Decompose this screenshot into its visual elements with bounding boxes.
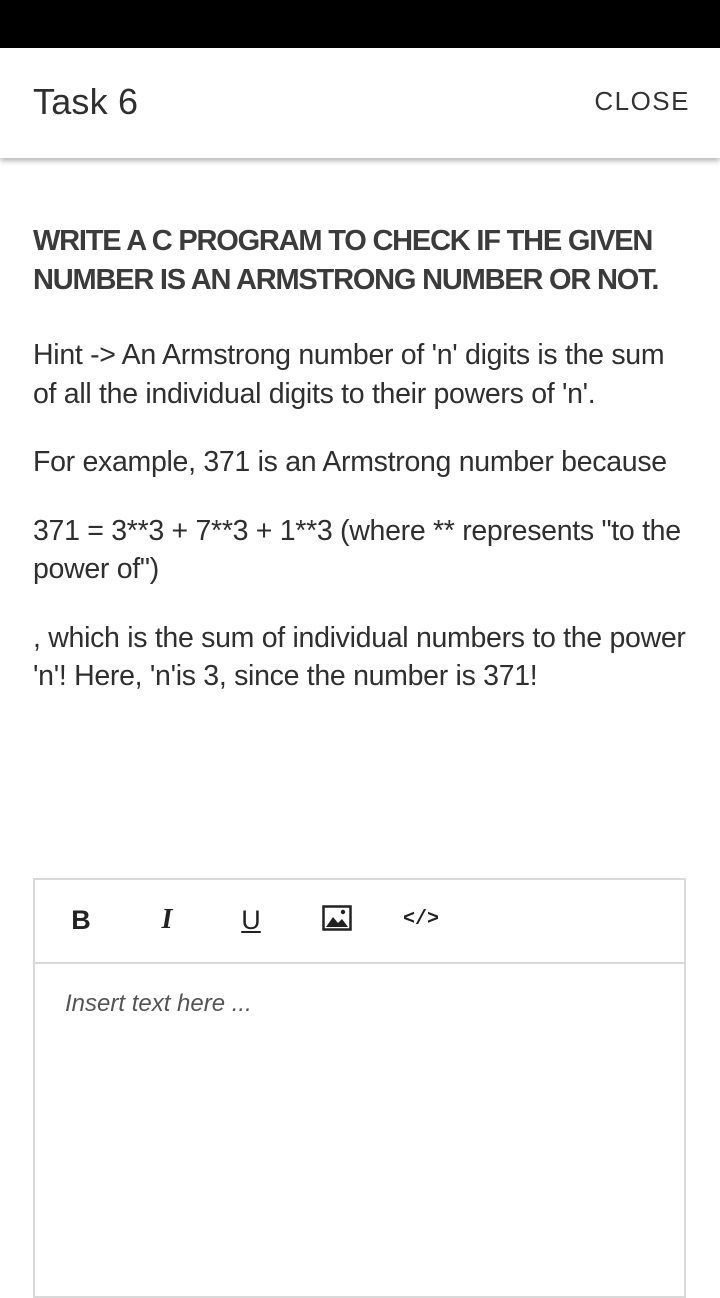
underline-button[interactable]: U [235, 900, 267, 940]
status-bar [0, 0, 720, 48]
page-title: Task 6 [33, 81, 139, 122]
task-content: WRITE A C PROGRAM TO CHECK IF THE GIVEN … [33, 222, 693, 726]
code-button[interactable]: </> [403, 900, 439, 940]
formula-paragraph: 371 = 3**3 + 7**3 + 1**3 (where ** repre… [33, 514, 681, 586]
editor-toolbar: B I U </> [35, 880, 684, 964]
hint-paragraph: Hint -> An Armstrong number of 'n' digit… [33, 339, 665, 410]
italic-button[interactable]: I [151, 900, 183, 940]
example-paragraph: For example, 371 is an Armstrong number … [33, 446, 667, 478]
bold-button[interactable]: B [65, 900, 97, 940]
rich-text-editor: B I U </> [33, 878, 686, 1298]
image-icon [322, 902, 352, 942]
close-button[interactable]: CLOSE [594, 86, 690, 117]
app-bar: Task 6 CLOSE [0, 48, 720, 158]
explanation-paragraph: , which is the sum of individual numbers… [33, 621, 686, 693]
insert-image-button[interactable] [321, 900, 353, 940]
task-heading: WRITE A C PROGRAM TO CHECK IF THE GIVEN … [33, 225, 659, 296]
answer-input[interactable] [35, 964, 684, 1294]
